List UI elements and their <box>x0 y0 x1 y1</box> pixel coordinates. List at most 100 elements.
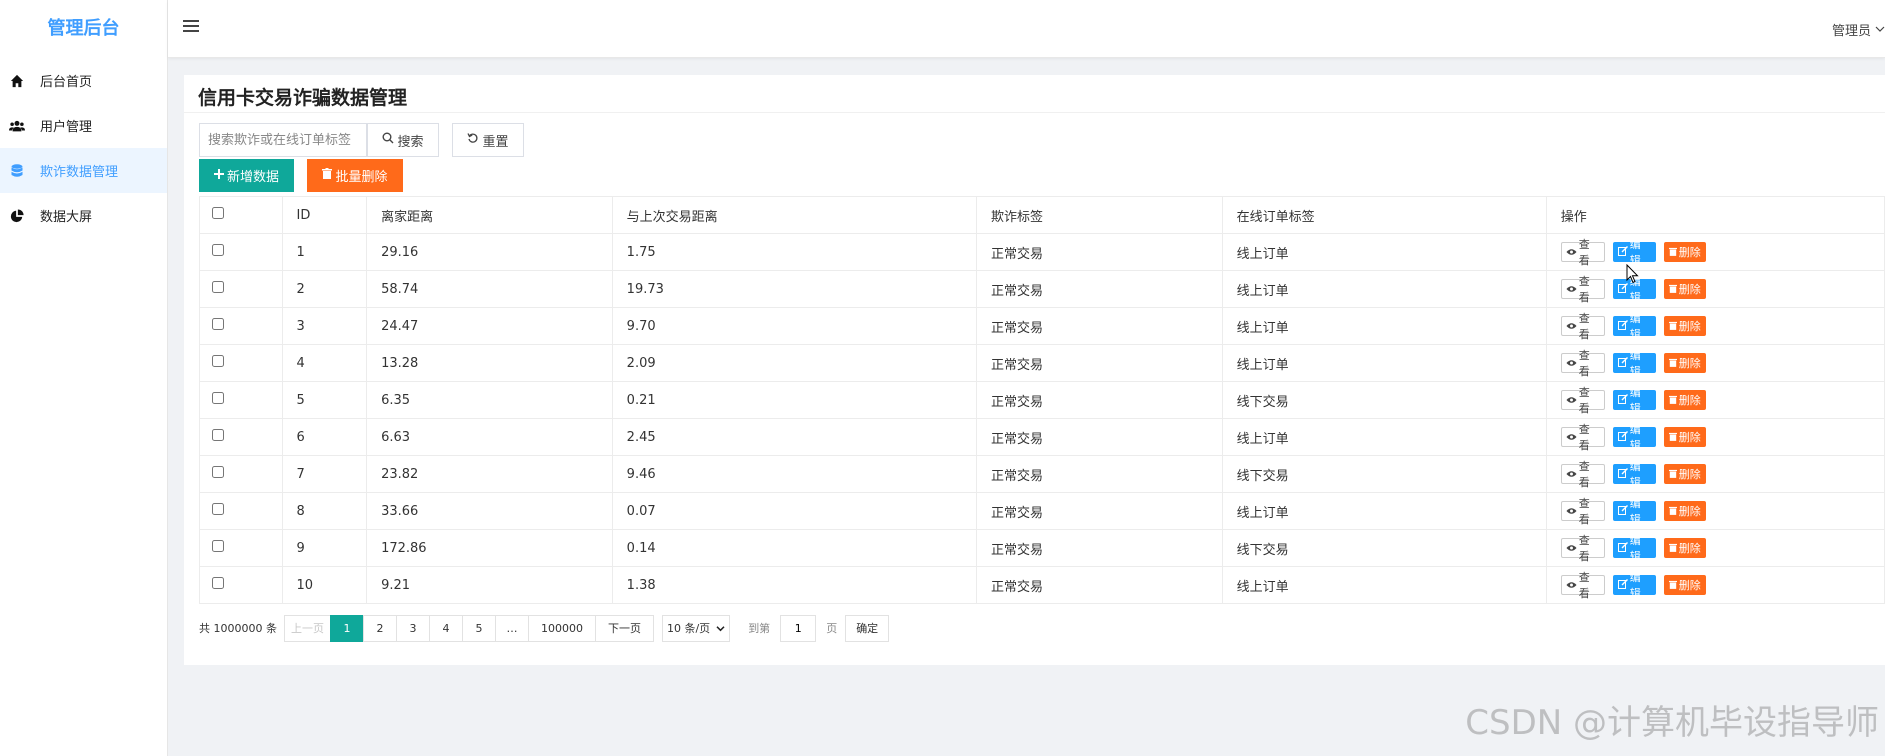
trash-icon <box>1668 468 1677 481</box>
column-header-online-order-label: 在线订单标签 <box>1221 196 1547 234</box>
edit-button[interactable]: 编辑 <box>1612 423 1656 452</box>
prev-page-button[interactable]: 上一页 <box>283 614 331 642</box>
page-button[interactable]: 5 <box>461 614 496 642</box>
row-checkbox[interactable] <box>212 577 224 589</box>
page-button[interactable]: 4 <box>428 614 463 642</box>
cell-id: 7 <box>281 455 368 493</box>
cell-fraud-label: 正常交易 <box>976 529 1223 567</box>
brand-title: 管理后台 <box>47 18 120 39</box>
edit-button[interactable]: 编辑 <box>1612 349 1656 378</box>
eye-icon <box>1566 505 1577 518</box>
delete-button[interactable]: 删除 <box>1663 242 1706 262</box>
row-select-cell <box>199 455 283 493</box>
select-all-checkbox[interactable] <box>212 207 224 219</box>
user-name: 管理员 <box>1831 24 1871 39</box>
row-select-cell <box>199 344 283 382</box>
row-checkbox[interactable] <box>212 355 224 367</box>
row-select-cell <box>199 418 283 456</box>
view-button[interactable]: 查看 <box>1560 423 1605 452</box>
delete-button[interactable]: 删除 <box>1663 279 1706 299</box>
trash-icon <box>1668 357 1677 370</box>
row-select-cell <box>199 566 283 604</box>
edit-button[interactable]: 编辑 <box>1612 534 1656 563</box>
user-menu[interactable]: 管理员 <box>1832 20 1885 39</box>
edit-button[interactable]: 编辑 <box>1612 386 1656 415</box>
view-button[interactable]: 查看 <box>1560 460 1605 489</box>
trash-icon <box>1668 431 1677 444</box>
delete-button[interactable]: 删除 <box>1663 316 1706 336</box>
delete-button[interactable]: 删除 <box>1663 501 1706 521</box>
cell-fraud-label: 正常交易 <box>976 233 1223 271</box>
cell-home-distance: 33.66 <box>366 492 613 530</box>
delete-button[interactable]: 删除 <box>1663 575 1706 595</box>
row-checkbox[interactable] <box>212 466 224 478</box>
page-button[interactable]: 1 <box>329 614 364 642</box>
edit-button[interactable]: 编辑 <box>1612 238 1656 267</box>
page-button[interactable]: 2 <box>362 614 397 642</box>
row-checkbox[interactable] <box>212 429 224 441</box>
edit-button[interactable]: 编辑 <box>1612 460 1656 489</box>
cell-home-distance: 172.86 <box>366 529 613 567</box>
row-checkbox[interactable] <box>212 318 224 330</box>
sidebar-item-fraud-data[interactable]: 欺诈数据管理 <box>0 148 167 193</box>
edit-label: 编辑 <box>1629 386 1641 415</box>
view-button[interactable]: 查看 <box>1560 275 1605 304</box>
delete-button[interactable]: 删除 <box>1663 353 1706 373</box>
divider <box>184 112 1885 113</box>
delete-button[interactable]: 删除 <box>1663 464 1706 484</box>
goto-page-input[interactable] <box>780 614 817 642</box>
table-row: 7 23.82 9.46 正常交易 线下交易 查看 编辑 删除 <box>199 455 1885 493</box>
hamburger-icon[interactable] <box>182 18 202 38</box>
add-data-button[interactable]: 新增数据 <box>199 159 294 192</box>
edit-icon <box>1617 578 1628 592</box>
view-button[interactable]: 查看 <box>1560 497 1605 526</box>
row-checkbox[interactable] <box>212 244 224 256</box>
edit-button[interactable]: 编辑 <box>1612 312 1656 341</box>
row-checkbox[interactable] <box>212 392 224 404</box>
page-button[interactable]: 100000 <box>527 614 596 642</box>
chevron-down-icon <box>1875 22 1885 37</box>
batch-delete-button[interactable]: 批量删除 <box>307 159 403 192</box>
edit-button[interactable]: 编辑 <box>1612 571 1656 600</box>
cell-home-distance: 24.47 <box>366 307 613 345</box>
confirm-button[interactable]: 确定 <box>845 614 890 642</box>
edit-button[interactable]: 编辑 <box>1612 497 1656 526</box>
view-button[interactable]: 查看 <box>1560 571 1605 600</box>
cell-last-transaction-distance: 19.73 <box>611 270 978 308</box>
cell-id: 10 <box>281 566 368 604</box>
view-label: 查看 <box>1578 534 1590 563</box>
view-label: 查看 <box>1578 349 1590 378</box>
column-header-home-distance: 离家距离 <box>366 196 613 234</box>
view-button[interactable]: 查看 <box>1560 386 1605 415</box>
sidebar-item-label: 用户管理 <box>40 120 93 135</box>
view-label: 查看 <box>1578 423 1590 452</box>
delete-button[interactable]: 删除 <box>1663 390 1706 410</box>
row-checkbox[interactable] <box>212 281 224 293</box>
page-button[interactable]: 3 <box>395 614 430 642</box>
view-button[interactable]: 查看 <box>1560 534 1605 563</box>
cell-fraud-label: 正常交易 <box>976 381 1223 419</box>
edit-label: 编辑 <box>1629 349 1641 378</box>
goto-label: 到第 <box>748 622 771 635</box>
sidebar-item-home[interactable]: 后台首页 <box>0 58 167 103</box>
delete-button[interactable]: 删除 <box>1663 538 1706 558</box>
page-size-select[interactable]: 10 条/页 <box>661 614 731 642</box>
pagination: 共 1000000 条 上一页 1 2 3 4 5 … 100000 下一页 1… <box>199 614 890 642</box>
view-button[interactable]: 查看 <box>1560 238 1605 267</box>
batch-delete-label: 批量删除 <box>335 170 388 185</box>
column-header-actions: 操作 <box>1545 196 1885 234</box>
search-input[interactable] <box>199 123 367 157</box>
row-checkbox[interactable] <box>212 503 224 515</box>
cell-fraud-label: 正常交易 <box>976 492 1223 530</box>
cell-fraud-label: 正常交易 <box>976 307 1223 345</box>
sidebar-item-users[interactable]: 用户管理 <box>0 103 167 148</box>
delete-button[interactable]: 删除 <box>1663 427 1706 447</box>
search-button[interactable]: 搜索 <box>367 123 439 157</box>
view-button[interactable]: 查看 <box>1560 349 1605 378</box>
row-checkbox[interactable] <box>212 540 224 552</box>
next-page-button[interactable]: 下一页 <box>594 614 654 642</box>
sidebar-item-dashboard[interactable]: 数据大屏 <box>0 193 167 238</box>
view-button[interactable]: 查看 <box>1560 312 1605 341</box>
row-select-cell <box>199 381 283 419</box>
reset-button[interactable]: 重置 <box>452 123 524 157</box>
